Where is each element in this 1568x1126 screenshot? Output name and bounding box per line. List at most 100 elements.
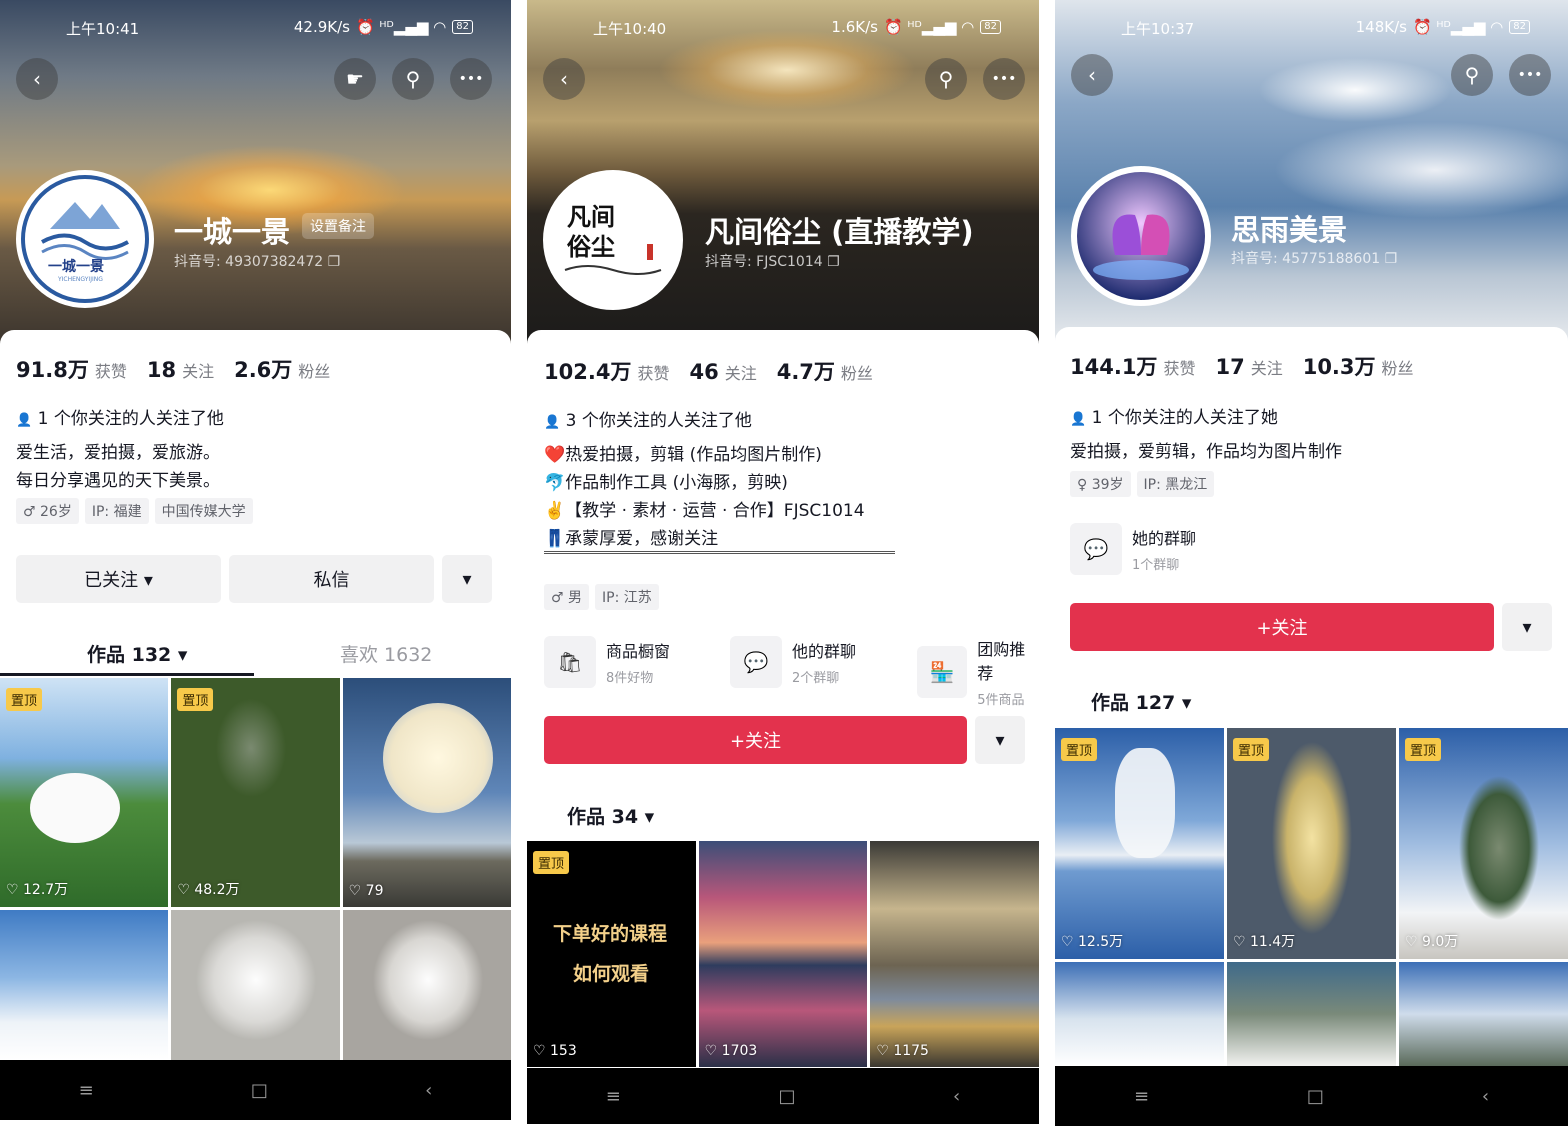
more-button[interactable]: ••• — [1509, 54, 1551, 96]
more-dropdown-button[interactable]: ▾ — [442, 555, 492, 603]
system-nav-bar: ≡ □ ‹ — [1055, 1066, 1568, 1126]
back-button[interactable]: ‹ — [16, 58, 58, 100]
video-tile[interactable] — [342, 910, 511, 1060]
search-button[interactable]: ⚲ — [1451, 54, 1493, 96]
following-label[interactable]: 关注 — [725, 360, 757, 384]
back-icon: ‹ — [1088, 63, 1096, 87]
mutual-followers-text: 3 个你关注的人关注了他 — [565, 411, 752, 431]
mutual-followers-text: 1 个你关注的人关注了她 — [1091, 408, 1278, 428]
mutual-followers[interactable]: 👤 1 个你关注的人关注了她 — [1070, 403, 1278, 428]
profile-name: 凡间俗尘 (直播教学) — [705, 215, 974, 249]
followers-count[interactable]: 2.6万 — [234, 354, 292, 384]
person-icon: 👤 — [544, 415, 561, 430]
set-remark-button[interactable]: 设置备注 — [302, 213, 374, 239]
status-time: 上午10:40 — [593, 20, 667, 38]
store-icon: 🏪 — [917, 646, 968, 698]
search-button[interactable]: ⚲ — [925, 58, 967, 100]
video-tile[interactable] — [0, 910, 169, 1060]
bio-line: ✌️【教学 · 素材 · 运营 · 合作】FJSC1014 — [544, 501, 865, 521]
home-icon[interactable]: □ — [778, 1086, 795, 1107]
video-tile[interactable]: ♡ 1175 — [870, 841, 1039, 1067]
video-tile[interactable]: 置顶 ♡ 12.7万 — [0, 678, 169, 907]
back-icon[interactable]: ‹ — [425, 1080, 432, 1101]
copy-icon[interactable]: ❐ — [328, 254, 341, 270]
follow-button[interactable]: +关注 — [544, 716, 967, 764]
video-tile[interactable] — [1227, 962, 1396, 1066]
tag-row: ♀ 39岁 IP: 黑龙江 — [1070, 471, 1220, 497]
group-buy-entry[interactable]: 🏪 团购推荐 5件商品 — [917, 636, 1039, 708]
follow-button[interactable]: +关注 — [1070, 603, 1494, 651]
video-tile[interactable] — [1399, 962, 1568, 1066]
mutual-followers[interactable]: 👤 3 个你关注的人关注了他 — [544, 406, 752, 431]
more-button[interactable]: ••• — [450, 58, 492, 100]
more-button[interactable]: ••• — [983, 58, 1025, 100]
followers-count[interactable]: 4.7万 — [777, 356, 835, 386]
bio-line: 👖承蒙厚爱，感谢关注 — [544, 529, 719, 549]
menu-icon[interactable]: ≡ — [79, 1080, 94, 1101]
followers-label[interactable]: 粉丝 — [841, 360, 873, 384]
more-dropdown-button[interactable]: ▾ — [1502, 603, 1552, 651]
feature-title: 他的群聊 — [792, 642, 857, 661]
following-count[interactable]: 17 — [1215, 355, 1244, 379]
back-button[interactable]: ‹ — [543, 58, 585, 100]
video-tile[interactable]: ♡ 1703 — [698, 841, 868, 1067]
tab-works[interactable]: 作品 132 ▾ — [87, 640, 187, 667]
back-icon[interactable]: ‹ — [1482, 1086, 1489, 1107]
share-icon: ☛ — [346, 67, 364, 91]
menu-icon[interactable]: ≡ — [606, 1086, 621, 1107]
avatar[interactable] — [1071, 166, 1211, 306]
share-button[interactable]: ☛ — [334, 58, 376, 100]
menu-icon[interactable]: ≡ — [1134, 1086, 1149, 1107]
followed-button[interactable]: 已关注 ▾ — [16, 555, 221, 603]
following-label[interactable]: 关注 — [1251, 355, 1283, 379]
feature-title: 商品橱窗 — [606, 642, 671, 661]
video-tile[interactable]: 置顶 下单好的课程 如何观看 ♡ 153 — [527, 841, 696, 1067]
video-tile[interactable]: 置顶 ♡ 9.0万 — [1399, 728, 1568, 959]
following-label[interactable]: 关注 — [182, 358, 214, 382]
ip-tag: IP: 黑龙江 — [1136, 471, 1215, 497]
video-tile[interactable]: 置顶 ♡ 48.2万 — [171, 678, 340, 907]
video-tile[interactable] — [1055, 962, 1224, 1066]
feature-sub: 1个群聊 — [1132, 558, 1180, 573]
followers-count[interactable]: 10.3万 — [1303, 351, 1376, 381]
search-button[interactable]: ⚲ — [392, 58, 434, 100]
school-tag[interactable]: 中国传媒大学 — [154, 498, 253, 524]
avatar[interactable]: 一城一景 YICHENGYIJING — [16, 170, 154, 308]
home-icon[interactable]: □ — [251, 1080, 268, 1101]
tab-works[interactable]: 作品 127 ▾ — [1091, 688, 1191, 715]
status-icons: ⏰ ᴴᴰ▂▄▆ ◠ — [355, 18, 447, 36]
followers-label[interactable]: 粉丝 — [298, 358, 330, 382]
following-count[interactable]: 18 — [147, 358, 176, 382]
back-button[interactable]: ‹ — [1071, 54, 1113, 96]
group-chat-entry[interactable]: 💬 她的群聊 1个群聊 — [1070, 523, 1196, 575]
mutual-followers[interactable]: 👤 1 个你关注的人关注了他 — [16, 404, 224, 429]
shop-window-entry[interactable]: 🛍 商品橱窗 8件好物 — [544, 636, 670, 688]
tab-likes[interactable]: 喜欢 1632 — [340, 640, 432, 667]
message-button[interactable]: 私信 — [229, 555, 434, 603]
copy-icon[interactable]: ❐ — [827, 254, 840, 270]
more-dropdown-button[interactable]: ▾ — [975, 716, 1025, 764]
followers-label[interactable]: 粉丝 — [1382, 355, 1414, 379]
likes-label: 获赞 — [637, 364, 670, 383]
video-tile[interactable]: 置顶 ♡ 11.4万 — [1227, 728, 1396, 959]
douyin-id: 抖音号: FJSC1014 ❐ — [705, 251, 840, 271]
back-icon[interactable]: ‹ — [953, 1086, 960, 1107]
chat-bubbles-icon: 💬 — [1070, 523, 1122, 575]
copy-icon[interactable]: ❐ — [1385, 251, 1398, 267]
pinned-badge: 置顶 — [533, 851, 570, 874]
shopping-bag-icon: 🛍 — [544, 636, 596, 688]
tag-row: ♂ 26岁 IP: 福建 中国传媒大学 — [16, 498, 259, 524]
following-count[interactable]: 46 — [689, 360, 718, 384]
avatar[interactable]: 凡间俗尘 — [543, 170, 683, 310]
video-tile[interactable]: ♡ 79 — [342, 678, 511, 907]
video-tile[interactable]: 置顶 ♡ 12.5万 — [1055, 728, 1224, 959]
pinned-badge: 置顶 — [177, 688, 214, 711]
like-count: ♡ 153 — [533, 1043, 577, 1059]
home-icon[interactable]: □ — [1307, 1086, 1324, 1107]
avatar-sub: YICHENGYIJING — [58, 276, 103, 283]
video-tile[interactable] — [171, 910, 340, 1060]
swan-avatar-icon — [1077, 172, 1205, 300]
profile-screen-2: 上午10:40 1.6K/s ⏰ ᴴᴰ▂▄▆ ◠ 82 ‹ ⚲ ••• 凡间俗尘… — [527, 0, 1039, 1124]
group-chat-entry[interactable]: 💬 他的群聊 2个群聊 — [730, 636, 856, 688]
tab-works[interactable]: 作品 34 ▾ — [567, 802, 654, 829]
